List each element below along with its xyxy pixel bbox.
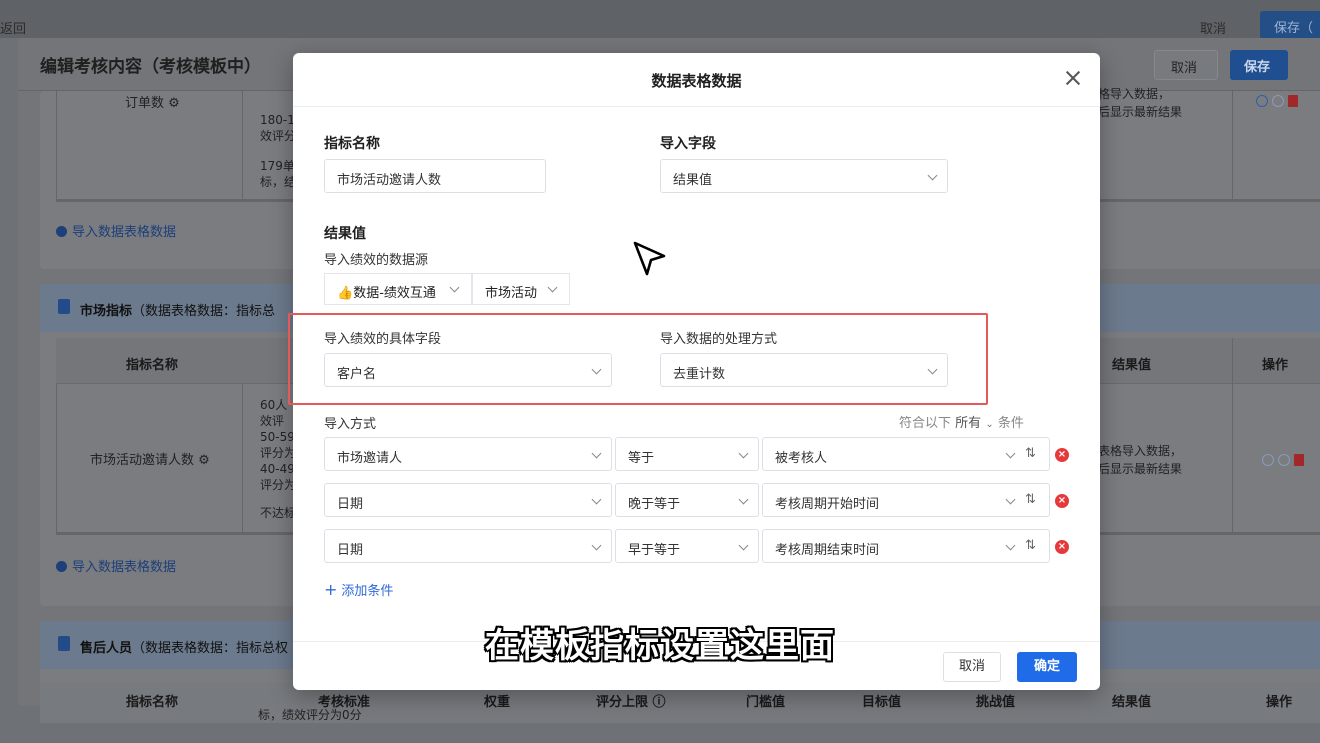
- col-weight: 权重: [484, 695, 511, 710]
- remove-condition-icon[interactable]: ×: [1055, 540, 1069, 554]
- chevron-down-icon: [1005, 494, 1016, 505]
- col-ops: 操作: [1266, 695, 1293, 710]
- result-note: 后显示最新结果: [1098, 105, 1183, 119]
- add-condition-button[interactable]: + 添加条件: [324, 580, 393, 599]
- chevron-down-icon: [738, 540, 749, 551]
- video-subtitle: 在模板指标设置这里面: [485, 626, 835, 666]
- import-table-data-link[interactable]: 导入数据表格数据: [56, 556, 176, 575]
- chevron-down-icon: [591, 540, 602, 551]
- plus-circle-icon: [56, 561, 67, 572]
- settings-icon[interactable]: ⚙: [168, 96, 180, 111]
- condition-operator-select[interactable]: 早于等于: [615, 529, 759, 563]
- remove-condition-icon[interactable]: ×: [1055, 448, 1069, 462]
- dialog-title: 数据表格数据: [651, 72, 742, 90]
- chevron-down-icon: [591, 494, 602, 505]
- condition-value-select[interactable]: 考核周期开始时间 ⇅: [762, 483, 1050, 517]
- col-result: 结果值: [1112, 695, 1152, 710]
- match-rule: 符合以下 所有 ⌄ 条件: [899, 416, 1024, 431]
- move-down-icon[interactable]: [1272, 95, 1284, 107]
- swap-icon[interactable]: ⇅: [1025, 446, 1036, 461]
- result-note: 后显示最新结果: [1098, 462, 1183, 476]
- datasource-app-select[interactable]: 👍数据-绩效互通: [324, 273, 472, 305]
- dialog-header: 数据表格数据: [293, 53, 1100, 107]
- col-metric-name: 指标名称: [126, 358, 179, 373]
- move-up-icon[interactable]: [1256, 95, 1268, 107]
- background-topbar: 返回 取消 保存（: [0, 0, 1320, 39]
- col-score-cap: 评分上限 ⓘ: [596, 695, 666, 710]
- swap-icon[interactable]: ⇅: [1025, 492, 1036, 507]
- panel-save-button[interactable]: 保存: [1230, 50, 1288, 80]
- result-note: 表格导入数据，: [1098, 444, 1183, 458]
- col-threshold: 门槛值: [746, 695, 786, 710]
- condition-value-select[interactable]: 考核周期结束时间 ⇅: [762, 529, 1050, 563]
- remove-condition-icon[interactable]: ×: [1055, 494, 1069, 508]
- document-icon: [58, 299, 70, 314]
- chevron-down-icon: [547, 282, 558, 293]
- chevron-down-icon: [449, 282, 460, 293]
- import-field-select[interactable]: 结果值: [660, 159, 948, 193]
- datasource-label: 导入绩效的数据源: [324, 253, 429, 268]
- condition-value-select[interactable]: 被考核人 ⇅: [762, 437, 1050, 471]
- chevron-down-icon: [738, 494, 749, 505]
- chevron-down-icon: ⌄: [985, 419, 994, 430]
- chevron-down-icon: [1005, 540, 1016, 551]
- metric-name-input[interactable]: 市场活动邀请人数: [324, 159, 546, 193]
- settings-icon[interactable]: ⚙: [198, 453, 210, 468]
- plus-circle-icon: [56, 226, 67, 237]
- row-actions: [1262, 454, 1304, 469]
- peek-text: 标，绩效评分为0分: [258, 708, 362, 722]
- delete-icon[interactable]: [1294, 454, 1304, 466]
- condition-field-select[interactable]: 日期: [324, 483, 612, 517]
- metric-name-cell: 订单数 ⚙: [125, 96, 180, 111]
- import-field-label: 导入字段: [660, 136, 716, 152]
- chevron-down-icon: [1005, 448, 1016, 459]
- highlight-box: [288, 313, 988, 405]
- cursor-arrow-icon: [633, 241, 666, 276]
- standard-line: 不达标: [260, 506, 297, 520]
- back-link[interactable]: 返回: [0, 18, 26, 37]
- close-icon[interactable]: [1063, 68, 1083, 88]
- match-mode-select[interactable]: 所有: [955, 416, 981, 431]
- move-up-icon[interactable]: [1262, 454, 1274, 466]
- col-metric-name: 指标名称: [126, 695, 179, 710]
- import-method-label: 导入方式: [324, 417, 377, 432]
- result-section-label: 结果值: [324, 226, 366, 242]
- panel-cancel-button[interactable]: 取消: [1154, 50, 1218, 80]
- standard-line: 标，结: [260, 175, 297, 189]
- chevron-down-icon: [738, 448, 749, 459]
- condition-operator-select[interactable]: 晚于等于: [615, 483, 759, 517]
- condition-field-select[interactable]: 市场邀请人: [324, 437, 612, 471]
- top-cancel-button[interactable]: 取消: [1200, 18, 1226, 37]
- metric-name-cell: 市场活动邀请人数 ⚙: [90, 453, 210, 468]
- col-result: 结果值: [1112, 358, 1152, 373]
- chevron-down-icon: [591, 448, 602, 459]
- swap-icon[interactable]: ⇅: [1025, 538, 1036, 553]
- chevron-down-icon: [927, 170, 938, 181]
- thumbs-up-icon: 👍: [337, 286, 354, 301]
- top-save-button[interactable]: 保存（: [1260, 11, 1320, 39]
- result-note: 格导入数据，: [1098, 87, 1171, 101]
- panel-title: 编辑考核内容（考核模板中）: [40, 57, 261, 77]
- condition-field-select[interactable]: 日期: [324, 529, 612, 563]
- plus-icon: +: [324, 580, 338, 599]
- standard-line: 效评分: [260, 129, 297, 143]
- col-ops: 操作: [1262, 358, 1289, 373]
- col-challenge: 挑战值: [976, 695, 1016, 710]
- standard-line: 评分为: [260, 478, 297, 492]
- condition-operator-select[interactable]: 等于: [615, 437, 759, 471]
- move-down-icon[interactable]: [1278, 454, 1290, 466]
- row-actions: [1256, 95, 1298, 110]
- datasource-table-select[interactable]: 市场活动: [472, 273, 570, 305]
- delete-icon[interactable]: [1288, 95, 1298, 107]
- metric-name-label: 指标名称: [324, 136, 380, 152]
- import-table-data-link[interactable]: 导入数据表格数据: [56, 221, 176, 240]
- col-target: 目标值: [862, 695, 902, 710]
